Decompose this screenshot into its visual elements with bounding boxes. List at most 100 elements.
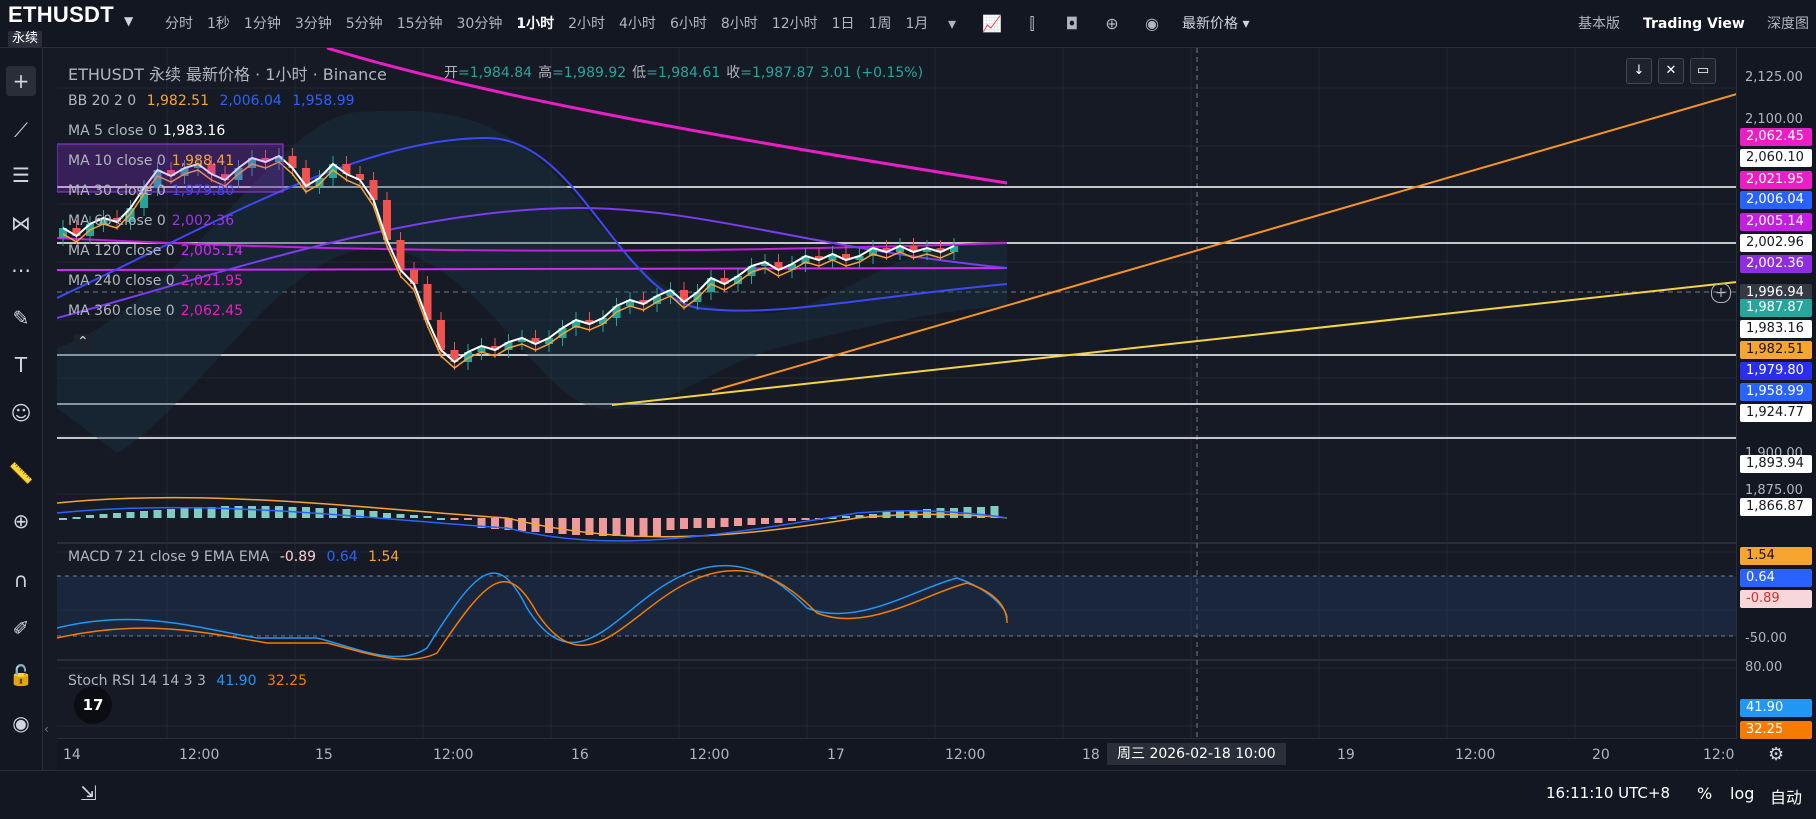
drawing-toolbar: + ⟋ ☰ ⋈ ⋯ ✎ T ☺ 📏 ⊕ ∩ ✐ 🔓 ◉ 🗑 <box>0 48 43 795</box>
time-axis[interactable]: 14 12:00 15 12:00 16 12:00 17 12:00 18 1… <box>57 738 1737 769</box>
symbol-name[interactable]: ETHUSDT <box>8 2 114 28</box>
view-depth-tab[interactable]: 深度图 <box>1767 12 1809 36</box>
indicator-chart-icon[interactable]: 📈 <box>980 12 1004 36</box>
brush-icon[interactable]: ✎ <box>6 303 36 333</box>
price-label: 1,983.16 <box>1740 320 1812 338</box>
macd-bar <box>153 510 162 518</box>
interval-8[interactable]: 2小时 <box>568 12 605 36</box>
add-alert-icon[interactable]: + <box>1711 283 1731 303</box>
legend-ma-0[interactable]: MA 5 close 0 1,983.16 <box>68 122 225 140</box>
macd-bar <box>612 518 621 536</box>
interval-7[interactable]: 1小时 <box>516 12 554 36</box>
legend-ma-4[interactable]: MA 120 close 0 2,005.14 <box>68 242 243 260</box>
interval-2[interactable]: 1分钟 <box>244 12 281 36</box>
macd-bar <box>788 518 796 521</box>
pattern-icon[interactable]: ⋈ <box>6 208 36 238</box>
scroll-down-icon[interactable]: ↓ <box>1626 58 1652 84</box>
symbol-dropdown-icon[interactable]: ▼ <box>124 14 133 28</box>
eye-icon[interactable]: ◉ <box>6 708 36 738</box>
replay-icon[interactable]: ◉ <box>1140 12 1164 36</box>
collapse-toolbar-icon[interactable]: ‹ <box>44 722 49 736</box>
price-label: 1,958.99 <box>1740 383 1812 401</box>
camera-icon[interactable]: ◘ <box>1060 12 1084 36</box>
interval-15[interactable]: 1月 <box>905 12 928 36</box>
price-label: 2,006.04 <box>1740 191 1812 209</box>
price-label: 1,893.94 <box>1740 455 1812 473</box>
legend-ma-6[interactable]: MA 360 close 0 2,062.45 <box>68 302 243 320</box>
time-tick: 12:00 <box>689 747 730 763</box>
bb-label: BB 20 2 0 <box>68 93 137 109</box>
legend-ma-1[interactable]: MA 10 close 0 1,988.41 <box>68 152 234 170</box>
price-label: 2,062.45 <box>1740 128 1812 146</box>
interval-3[interactable]: 3分钟 <box>295 12 332 36</box>
macd-bar <box>774 518 783 523</box>
time-tick: 12:00 <box>945 747 986 763</box>
trendline-icon[interactable]: ⟋ <box>6 115 36 145</box>
macd-bar <box>437 518 445 520</box>
price-chart-canvas[interactable] <box>57 48 1737 770</box>
text-icon[interactable]: T <box>6 350 36 380</box>
ma-value: 1,983.16 <box>162 123 226 139</box>
legend-ma-5[interactable]: MA 240 close 0 2,021.95 <box>68 272 243 290</box>
collapse-legend-icon[interactable]: ⌃ <box>74 334 92 350</box>
macd-bar <box>113 513 121 518</box>
stoch-d-value: 32.25 <box>266 673 308 689</box>
price-type-select[interactable]: 最新价格 ▾ <box>1182 12 1249 36</box>
chart-area[interactable] <box>57 48 1737 770</box>
pencil-lock-icon[interactable]: ✐ <box>6 613 36 643</box>
price-label: 2,002.96 <box>1740 234 1812 252</box>
interval-12[interactable]: 12小时 <box>772 12 818 36</box>
macd-bar <box>707 518 715 528</box>
macd-bar <box>126 512 135 518</box>
macd-bar <box>99 514 108 518</box>
ruler-icon[interactable]: 📏 <box>6 458 36 488</box>
legend-ma-2[interactable]: MA 30 close 0 1,979.80 <box>68 182 234 200</box>
interval-5[interactable]: 15分钟 <box>397 12 443 36</box>
macd-bar <box>693 518 702 528</box>
axis-tick: 2,125.00 <box>1745 70 1803 85</box>
add-indicator-icon[interactable]: ⊕ <box>1100 12 1124 36</box>
ma-value: 1,988.41 <box>171 153 235 169</box>
lock-icon[interactable]: 🔓 <box>6 660 36 690</box>
legend-ma-3[interactable]: MA 60 close 0 2,002.36 <box>68 212 234 230</box>
restore-icon[interactable]: ▭ <box>1690 58 1716 84</box>
crosshair-icon[interactable]: + <box>6 66 36 96</box>
interval-6[interactable]: 30分钟 <box>457 12 503 36</box>
interval-1[interactable]: 1秒 <box>207 12 230 36</box>
more-intervals-icon[interactable]: ▾ <box>940 12 964 36</box>
percent-toggle[interactable]: % <box>1697 784 1712 803</box>
auto-toggle[interactable]: 自动 <box>1770 784 1802 808</box>
axis-settings-icon[interactable]: ⚙ <box>1768 744 1784 765</box>
macd-bar <box>410 515 418 518</box>
view-tradingview-tab[interactable]: Trading View <box>1643 12 1745 36</box>
view-basic-tab[interactable]: 基本版 <box>1578 12 1620 36</box>
interval-14[interactable]: 1周 <box>869 12 892 36</box>
interval-9[interactable]: 4小时 <box>619 12 656 36</box>
candle-style-icon[interactable]: ⫿ <box>1020 12 1044 36</box>
interval-11[interactable]: 8小时 <box>721 12 758 36</box>
interval-4[interactable]: 5分钟 <box>346 12 383 36</box>
macd-bar <box>666 518 675 530</box>
price-label: 2,005.14 <box>1740 213 1812 231</box>
ohlc-value: =1,984.84 <box>458 65 533 81</box>
log-toggle[interactable]: log <box>1730 784 1754 803</box>
zoom-icon[interactable]: ⊕ <box>6 506 36 536</box>
legend-macd[interactable]: MACD 7 21 close 9 EMA EMA -0.89 0.64 1.5… <box>68 548 399 566</box>
interval-10[interactable]: 6小时 <box>670 12 707 36</box>
emoji-icon[interactable]: ☺ <box>6 398 36 428</box>
tradingview-logo: 17 <box>74 686 112 724</box>
bb-basis-value: 1,982.51 <box>146 93 209 109</box>
interval-13[interactable]: 1日 <box>832 12 855 36</box>
ma-label: MA 60 close 0 <box>68 213 166 229</box>
fib-icon[interactable]: ⋯ <box>6 255 36 285</box>
date-range-icon[interactable]: ⇲ <box>80 781 97 805</box>
magnet-icon[interactable]: ∩ <box>6 565 36 595</box>
legend-stoch[interactable]: Stoch RSI 14 14 3 3 41.90 32.25 <box>68 672 307 690</box>
horizontal-lines-icon[interactable]: ☰ <box>6 160 36 190</box>
price-label: 1,982.51 <box>1740 341 1812 359</box>
ma-value: 2,002.36 <box>171 213 235 229</box>
interval-0[interactable]: 分时 <box>165 12 193 36</box>
legend-bb[interactable]: BB 20 2 0 1,982.51 2,006.04 1,958.99 <box>68 92 355 110</box>
clock[interactable]: 16:11:10 UTC+8 <box>1546 784 1670 802</box>
fullscreen-icon[interactable]: ✕ <box>1658 58 1684 84</box>
